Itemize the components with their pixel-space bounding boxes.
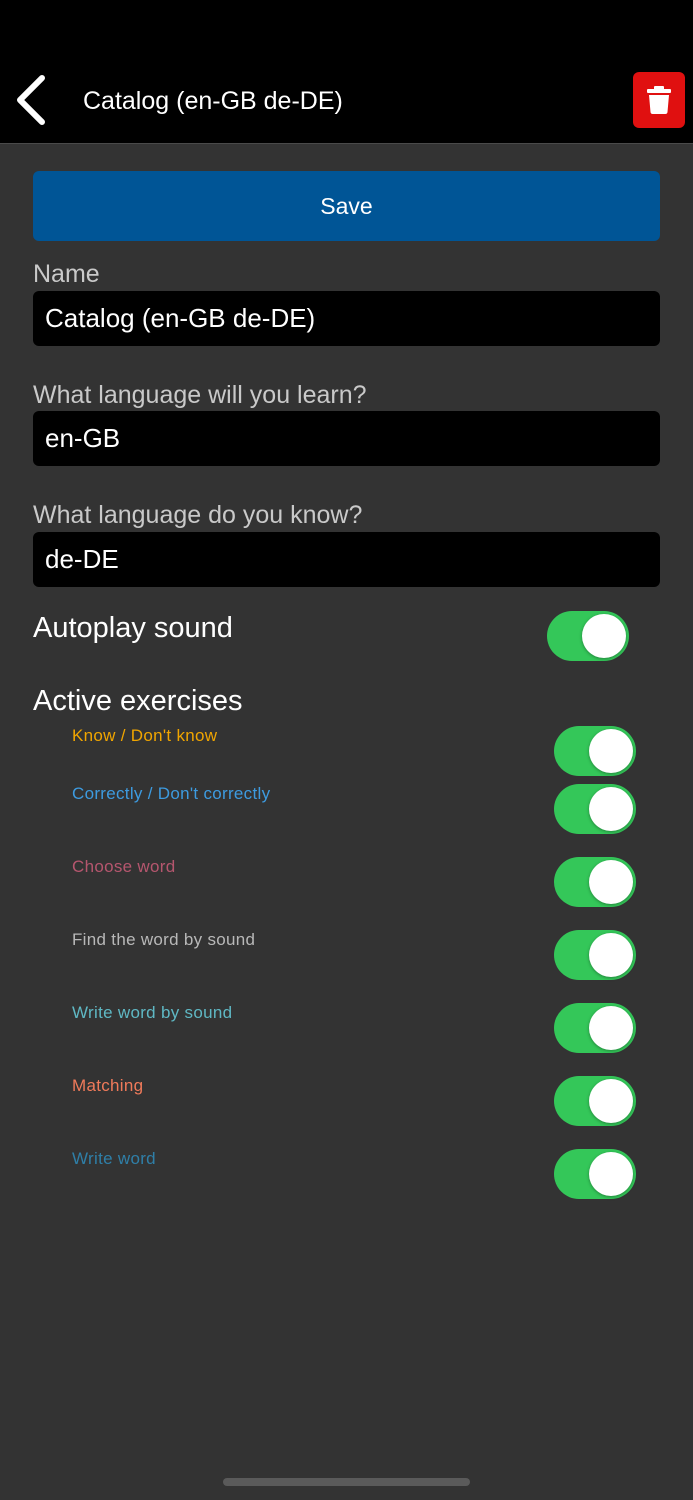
exercise-toggle-know[interactable]	[554, 726, 636, 776]
exercise-toggle-find-by-sound[interactable]	[554, 930, 636, 980]
exercise-label-know: Know / Don't know	[72, 726, 218, 745]
exercise-label-matching: Matching	[72, 1076, 144, 1095]
exercise-label-write-word: Write word	[72, 1149, 156, 1168]
toggle-knob	[589, 1006, 633, 1050]
autoplay-sound-toggle[interactable]	[547, 611, 629, 661]
active-exercises-title: Active exercises	[33, 685, 243, 717]
top-navigation-bar: Catalog (en-GB de-DE)	[0, 0, 693, 144]
back-button[interactable]	[10, 72, 54, 128]
exercise-toggle-correctly[interactable]	[554, 784, 636, 834]
page-title: Catalog (en-GB de-DE)	[83, 87, 343, 115]
save-button[interactable]: Save	[33, 171, 660, 241]
toggle-knob	[589, 729, 633, 773]
autoplay-sound-label: Autoplay sound	[33, 612, 233, 644]
toggle-knob	[582, 614, 626, 658]
exercise-toggle-write-by-sound[interactable]	[554, 1003, 636, 1053]
toggle-knob	[589, 860, 633, 904]
toggle-knob	[589, 933, 633, 977]
home-indicator	[223, 1478, 470, 1486]
exercise-toggle-matching[interactable]	[554, 1076, 636, 1126]
toggle-knob	[589, 1079, 633, 1123]
name-field[interactable]: Catalog (en-GB de-DE)	[33, 291, 660, 346]
toggle-knob	[589, 787, 633, 831]
delete-button[interactable]	[633, 72, 685, 128]
learn-language-label: What language will you learn?	[33, 381, 367, 409]
name-label: Name	[33, 260, 100, 288]
exercise-label-correctly: Correctly / Don't correctly	[72, 784, 271, 803]
chevron-left-icon	[17, 75, 45, 125]
exercise-toggle-write-word[interactable]	[554, 1149, 636, 1199]
exercise-toggle-choose-word[interactable]	[554, 857, 636, 907]
toggle-knob	[589, 1152, 633, 1196]
exercise-label-write-by-sound: Write word by sound	[72, 1003, 233, 1022]
known-language-label: What language do you know?	[33, 501, 363, 529]
trash-icon	[647, 86, 671, 114]
known-language-field[interactable]: de-DE	[33, 532, 660, 587]
learn-language-field[interactable]: en-GB	[33, 411, 660, 466]
exercise-label-find-by-sound: Find the word by sound	[72, 930, 256, 949]
exercise-label-choose-word: Choose word	[72, 857, 176, 876]
